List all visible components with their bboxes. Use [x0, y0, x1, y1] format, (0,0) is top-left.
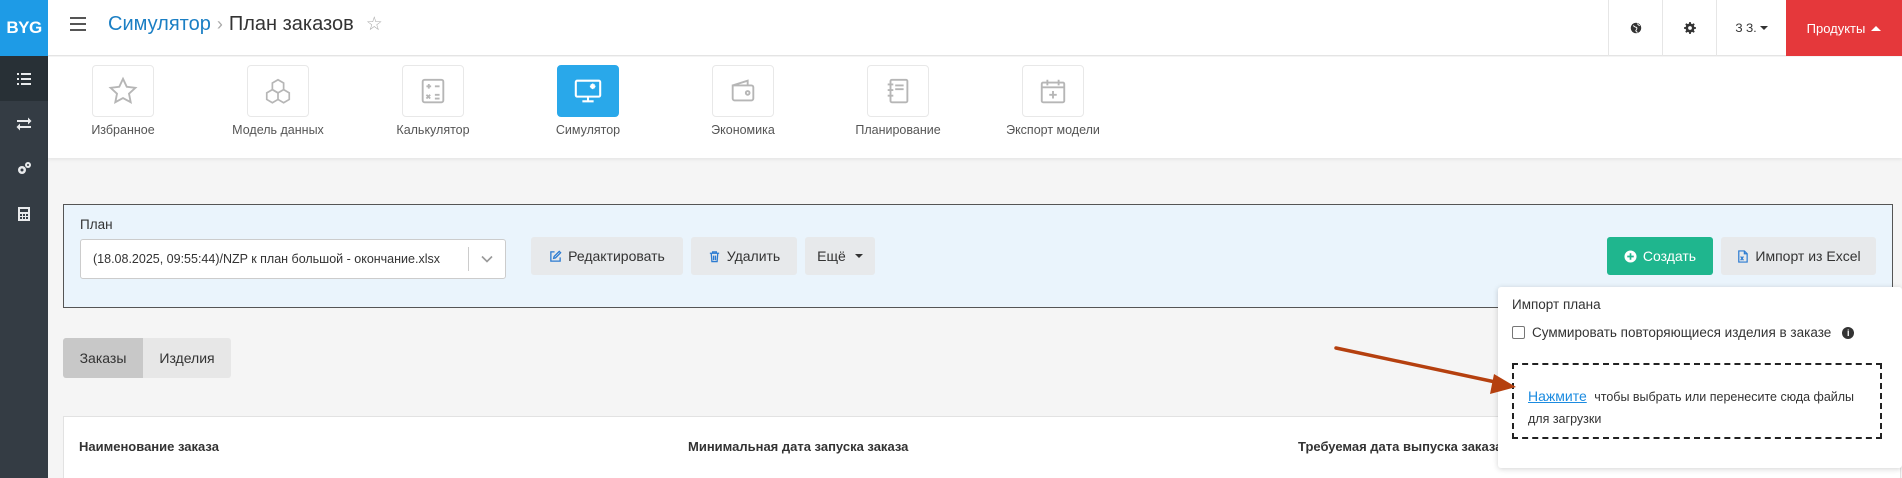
module-calculator-label: Калькулятор: [396, 123, 470, 137]
chevron-down-icon: [1759, 26, 1768, 30]
more-button-label: Ещё: [817, 248, 846, 264]
delete-button[interactable]: Удалить: [691, 237, 797, 275]
create-button-label: Создать: [1642, 248, 1697, 264]
plan-select[interactable]: (18.08.2025, 09:55:44)/NZP к план большо…: [80, 239, 506, 279]
breadcrumb-parent-link[interactable]: Симулятор: [108, 13, 211, 36]
star-icon: [92, 65, 154, 117]
import-plan-popover: Импорт плана Суммировать повторяющиеся и…: [1498, 287, 1902, 468]
module-favorites-label: Избранное: [91, 123, 155, 137]
notebook-icon: [867, 65, 929, 117]
module-economics[interactable]: Экономика: [668, 65, 818, 137]
file-dropzone[interactable]: Нажмите чтобы выбрать или перенесите сюд…: [1512, 363, 1882, 439]
popover-title: Импорт плана: [1512, 297, 1601, 312]
wallet-icon: [712, 65, 774, 117]
plus-circle-icon: [1624, 249, 1637, 263]
module-simulator-label: Симулятор: [555, 123, 621, 137]
cubes-icon: [247, 65, 309, 117]
chevron-down-icon[interactable]: [469, 255, 505, 263]
module-export-model[interactable]: Экспорт модели: [978, 65, 1128, 137]
products-label: Продукты: [1806, 20, 1866, 36]
import-excel-button[interactable]: Импорт из Excel: [1721, 237, 1876, 275]
sum-duplicates-checkbox[interactable]: [1512, 326, 1525, 339]
sidebar-item-settings[interactable]: [0, 146, 48, 191]
module-calculator[interactable]: Калькулятор: [358, 65, 508, 137]
calendar-plus-icon: [1022, 65, 1084, 117]
calculator-icon: [18, 206, 30, 221]
module-data-model-label: Модель данных: [232, 123, 324, 137]
tab-products-label: Изделия: [159, 350, 215, 366]
excel-file-icon: [1738, 249, 1749, 263]
user-menu-button[interactable]: З З.: [1716, 0, 1786, 56]
breadcrumb: Симулятор › План заказов ☆: [108, 13, 383, 36]
left-sidebar: BYG: [0, 0, 48, 478]
module-data-model[interactable]: Модель данных: [203, 65, 353, 137]
plan-select-value: (18.08.2025, 09:55:44)/NZP к план большо…: [93, 252, 440, 266]
list-icon: [17, 72, 31, 85]
sidebar-item-calculator[interactable]: [0, 191, 48, 236]
chevron-down-icon: [854, 254, 863, 258]
trash-icon: [709, 250, 719, 262]
sum-duplicates-option: Суммировать повторяющиеся изделия в зака…: [1512, 325, 1855, 340]
dropzone-text-block: Нажмите чтобы выбрать или перенесите сюд…: [1528, 385, 1874, 430]
module-economics-label: Экономика: [711, 123, 775, 137]
transfer-icon: [16, 117, 32, 130]
products-button[interactable]: Продукты: [1786, 0, 1902, 56]
gear-icon: [1683, 22, 1696, 34]
module-export-model-label: Экспорт модели: [1006, 123, 1100, 137]
breadcrumb-separator: ›: [216, 14, 223, 34]
edit-button[interactable]: Редактировать: [531, 237, 683, 275]
sum-duplicates-label[interactable]: Суммировать повторяющиеся изделия в зака…: [1532, 325, 1831, 340]
tab-orders[interactable]: Заказы: [63, 338, 143, 378]
tab-products[interactable]: Изделия: [143, 338, 231, 378]
column-header-required-release-date[interactable]: Требуемая дата выпуска заказа: [1298, 439, 1502, 454]
column-header-min-start-date[interactable]: Минимальная дата запуска заказа: [688, 439, 908, 454]
language-button[interactable]: [1608, 0, 1662, 56]
favorite-star-icon[interactable]: ☆: [366, 13, 383, 36]
gears-icon: [18, 161, 31, 174]
page-title: План заказов: [228, 13, 354, 35]
menu-toggle-icon[interactable]: [70, 17, 86, 31]
monitor-icon: [557, 65, 619, 117]
delete-button-label: Удалить: [726, 248, 781, 264]
tab-orders-label: Заказы: [79, 350, 127, 366]
top-bar: Симулятор › План заказов ☆ З З. Продукты: [48, 0, 1902, 56]
user-name: З З.: [1735, 21, 1757, 35]
top-right-controls: З З. Продукты: [1608, 0, 1902, 56]
module-favorites[interactable]: Избранное: [48, 65, 198, 137]
sidebar-item-list[interactable]: [0, 56, 48, 101]
module-strip: Избранное Модель данных Калькулятор Симу…: [48, 57, 1902, 158]
chevron-up-icon: [1871, 25, 1882, 31]
calculator-icon: [402, 65, 464, 117]
create-button[interactable]: Создать: [1607, 237, 1713, 275]
info-icon[interactable]: i: [1842, 326, 1855, 339]
module-planning[interactable]: Планирование: [823, 65, 973, 137]
more-button[interactable]: Ещё: [805, 237, 875, 275]
module-simulator[interactable]: Симулятор: [513, 65, 663, 137]
settings-button[interactable]: [1662, 0, 1716, 56]
plan-label: План: [80, 217, 113, 232]
import-excel-button-label: Импорт из Excel: [1755, 248, 1861, 264]
column-header-order-name[interactable]: Наименование заказа: [79, 439, 219, 454]
choose-file-link[interactable]: Нажмите: [1528, 388, 1587, 404]
edit-button-label: Редактировать: [568, 248, 665, 264]
sidebar-item-transfer[interactable]: [0, 101, 48, 146]
edit-icon: [550, 249, 562, 262]
app-logo[interactable]: BYG: [0, 0, 48, 56]
globe-icon: [1630, 22, 1641, 34]
module-planning-label: Планирование: [855, 123, 941, 137]
